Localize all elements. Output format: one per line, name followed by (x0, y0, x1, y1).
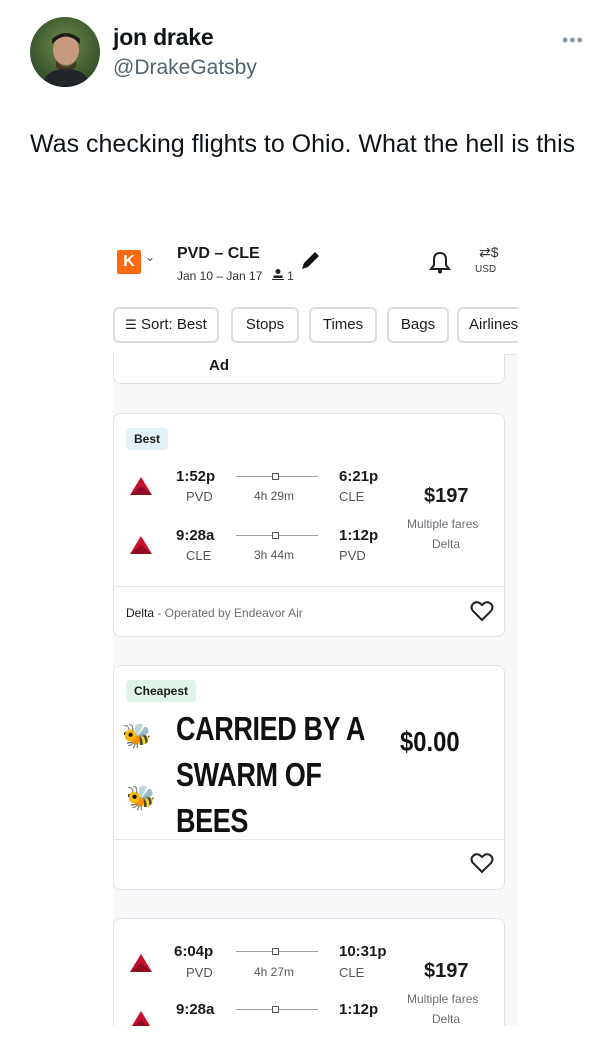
return-duration: 3h 44m (254, 548, 295, 562)
outbound-from: PVD (186, 965, 213, 980)
airlines-filter[interactable]: Airlines (457, 307, 518, 343)
sort-button[interactable]: ☰ Sort: Best (113, 307, 219, 343)
heart-icon[interactable] (470, 600, 494, 627)
return-to: PVD (339, 548, 366, 563)
stop-marker (272, 948, 279, 955)
trip-dates: Jan 10 – Jan 17 (177, 269, 263, 283)
sort-icon: ☰ (125, 317, 137, 332)
currency-exchange-icon[interactable]: ⇄$ (479, 244, 499, 261)
currency-label[interactable]: USD (475, 264, 496, 275)
return-arrive-time: 1:12p (339, 1001, 379, 1018)
outbound-duration: 4h 27m (254, 965, 295, 979)
return-depart-time: 9:28a (176, 527, 215, 544)
display-name[interactable]: jon drake (113, 24, 214, 51)
outbound-arrive-time: 10:31p (339, 943, 387, 960)
bees-line-3: BEES (176, 802, 249, 839)
bags-filter[interactable]: Bags (387, 307, 449, 343)
return-arrive-time: 1:12p (339, 527, 379, 544)
fare-options: Multiple fares (407, 992, 479, 1006)
kayak-logo[interactable]: K (117, 250, 141, 274)
edit-pencil-icon[interactable] (299, 250, 321, 277)
flight-price: $197 (424, 485, 469, 507)
stop-marker (272, 1006, 279, 1013)
fare-options: Multiple fares (407, 517, 479, 531)
delta-logo-icon (130, 536, 152, 559)
return-from: CLE (186, 548, 212, 563)
avatar-photo (42, 33, 90, 87)
outbound-duration: 4h 29m (254, 489, 295, 503)
sort-label: Sort: Best (140, 316, 207, 333)
bee-icon: 🐝 (122, 723, 152, 750)
airline-name: Delta (432, 537, 461, 551)
ad-label: Ad (209, 357, 229, 374)
ad-card[interactable] (113, 354, 505, 384)
stop-marker (272, 532, 279, 539)
operated-carrier: - Operated by Endeavor Air (154, 606, 303, 620)
delta-logo-icon (130, 954, 152, 977)
airline-name: Delta (432, 1012, 461, 1026)
person-icon (271, 269, 287, 283)
times-filter[interactable]: Times (309, 307, 377, 343)
operated-airline: Delta (126, 606, 155, 620)
outbound-depart-time: 6:04p (174, 943, 214, 960)
traveler-count: 1 (287, 269, 294, 283)
return-depart-time: 9:28a (176, 1001, 215, 1018)
operated-by: Delta - Operated by Endeavor Air (126, 606, 303, 620)
delta-logo-icon (130, 477, 152, 500)
flight-price: $0.00 (400, 726, 460, 757)
flight-price: $197 (424, 960, 469, 982)
best-badge: Best (126, 428, 169, 450)
outbound-to: CLE (339, 965, 365, 980)
trip-route[interactable]: PVD – CLE (177, 245, 260, 263)
delta-logo-icon (130, 1011, 152, 1026)
more-dots-icon[interactable]: ••• (562, 30, 584, 51)
stop-marker (272, 473, 279, 480)
flight-card[interactable]: 6:04p PVD 4h 27m 10:31p CLE 9:28a 1:12p … (113, 918, 505, 1026)
cheapest-flight-card[interactable]: Cheapest 🐝 🐝 CARRIED BY A SWARM OF BEES … (113, 665, 505, 890)
bee-icon: 🐝 (126, 785, 156, 812)
app-header: K ⌄ PVD – CLE Jan 10 – Jan 17 1 ⇄$ USD (113, 228, 518, 298)
outbound-to: CLE (339, 489, 365, 504)
embedded-screenshot: K ⌄ PVD – CLE Jan 10 – Jan 17 1 ⇄$ USD ☰… (113, 228, 518, 1026)
bees-line-1: CARRIED BY A (176, 710, 366, 747)
bees-line-2: SWARM OF (176, 756, 322, 793)
tweet-text: Was checking flights to Ohio. What the h… (30, 130, 576, 158)
card-divider (114, 586, 504, 587)
trip-dates-row[interactable]: Jan 10 – Jan 17 1 (177, 268, 294, 283)
best-flight-card[interactable]: Best 1:52p PVD 4h 29m 6:21p CLE 9:28a CL… (113, 413, 505, 637)
outbound-arrive-time: 6:21p (339, 468, 379, 485)
card-divider (114, 839, 504, 840)
chevron-down-icon[interactable]: ⌄ (145, 250, 155, 264)
cheapest-badge: Cheapest (126, 680, 197, 702)
outbound-depart-time: 1:52p (176, 468, 216, 485)
user-handle[interactable]: @DrakeGatsby (113, 56, 257, 80)
bell-icon[interactable] (429, 250, 451, 279)
outbound-from: PVD (186, 489, 213, 504)
filter-bar: ☰ Sort: Best Stops Times Bags Airlines (113, 298, 518, 355)
heart-icon[interactable] (470, 852, 494, 879)
stops-filter[interactable]: Stops (231, 307, 299, 343)
avatar[interactable] (30, 17, 100, 87)
